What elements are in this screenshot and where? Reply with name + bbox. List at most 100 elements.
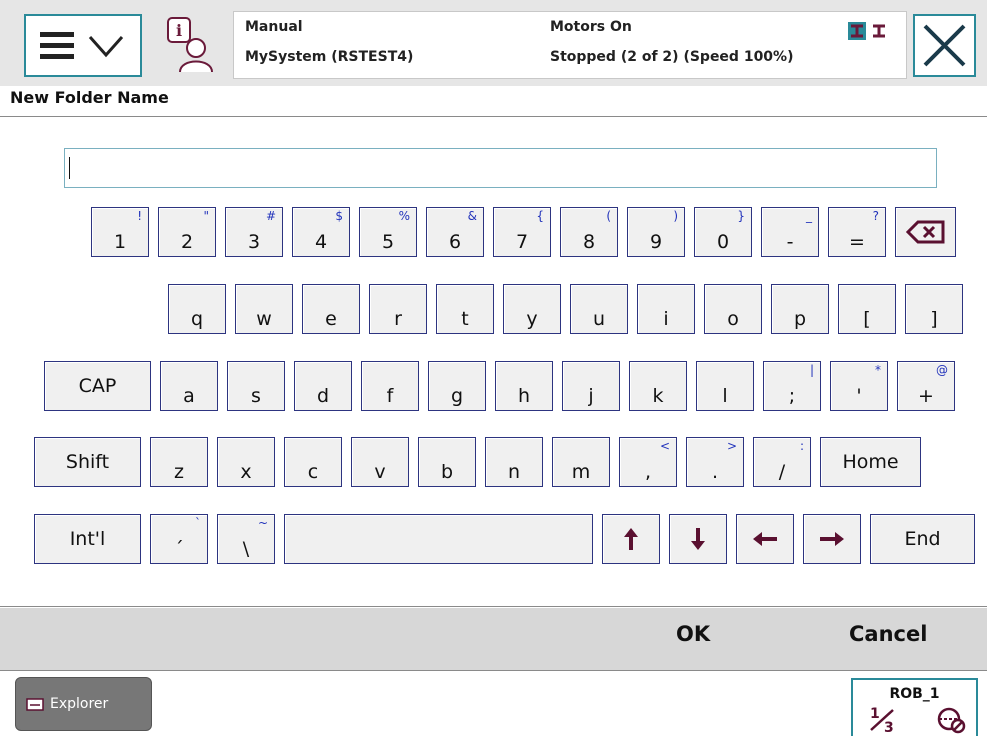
key-main: q bbox=[190, 308, 204, 330]
quickset-button[interactable]: ROB_1 1 3 bbox=[851, 678, 978, 736]
key-7[interactable]: 7{ bbox=[493, 207, 551, 257]
key-8[interactable]: 8( bbox=[560, 207, 618, 257]
key-m[interactable]: m bbox=[552, 437, 610, 487]
key-z[interactable]: z bbox=[150, 437, 208, 487]
key-s[interactable]: s bbox=[227, 361, 285, 411]
key-shift: _ bbox=[806, 209, 812, 223]
key-i[interactable]: i bbox=[637, 284, 695, 334]
shift-key[interactable]: Shift bbox=[34, 437, 141, 487]
key-main: / bbox=[778, 461, 786, 483]
key-slash[interactable]: /: bbox=[753, 437, 811, 487]
key-main: ] bbox=[930, 308, 938, 330]
caps-lock-key[interactable]: CAP bbox=[44, 361, 151, 411]
arrow-left-key[interactable] bbox=[736, 514, 794, 564]
key-shift: * bbox=[875, 363, 881, 377]
key-6[interactable]: 6 & bbox=[426, 207, 484, 257]
window-title: New Folder Name bbox=[10, 88, 169, 107]
key-9[interactable]: 9) bbox=[627, 207, 685, 257]
key-main: k bbox=[652, 385, 664, 407]
arrow-right-key[interactable] bbox=[803, 514, 861, 564]
main-menu-button[interactable] bbox=[24, 14, 142, 77]
key-x[interactable]: x bbox=[217, 437, 275, 487]
key-o[interactable]: o bbox=[704, 284, 762, 334]
key-open-bracket[interactable]: [ bbox=[838, 284, 896, 334]
key-v[interactable]: v bbox=[351, 437, 409, 487]
key-u[interactable]: u bbox=[570, 284, 628, 334]
home-key[interactable]: Home bbox=[820, 437, 921, 487]
key-main: v bbox=[374, 461, 386, 483]
key-shift: : bbox=[799, 439, 804, 453]
key-5[interactable]: 5% bbox=[359, 207, 417, 257]
status-panel[interactable]: Manual MySystem (RSTEST4) Motors On Stop… bbox=[233, 11, 907, 79]
key-shift: ~ bbox=[257, 516, 268, 530]
key-semicolon[interactable]: ; | bbox=[763, 361, 821, 411]
key-acute[interactable]: ´ ` bbox=[150, 514, 208, 564]
key-main: b bbox=[440, 461, 454, 483]
program-state: Stopped (2 of 2) (Speed 100%) bbox=[550, 49, 794, 65]
international-key[interactable]: Int'l bbox=[34, 514, 141, 564]
key-period[interactable]: . > bbox=[686, 437, 744, 487]
motors-state: Motors On bbox=[550, 19, 632, 35]
close-button[interactable] bbox=[913, 14, 976, 77]
speed-fraction-icon: 1 3 bbox=[870, 706, 894, 734]
key-main: l bbox=[722, 385, 728, 407]
key-close-bracket[interactable]: ] bbox=[905, 284, 963, 334]
key-main: f bbox=[386, 385, 394, 407]
key-c[interactable]: c bbox=[284, 437, 342, 487]
key-p[interactable]: p bbox=[771, 284, 829, 334]
top-bar: i Manual MySystem (RSTEST4) Motors On St… bbox=[0, 0, 987, 86]
cancel-button[interactable]: Cancel bbox=[849, 622, 927, 646]
key-w[interactable]: w bbox=[235, 284, 293, 334]
key-main: y bbox=[526, 308, 538, 330]
key-main: 6 bbox=[448, 231, 462, 253]
key-f[interactable]: f bbox=[361, 361, 419, 411]
key-a[interactable]: a bbox=[160, 361, 218, 411]
arrow-down-icon bbox=[691, 528, 705, 550]
key-2[interactable]: 2 " bbox=[158, 207, 216, 257]
key-j[interactable]: j bbox=[562, 361, 620, 411]
key-d[interactable]: d bbox=[294, 361, 352, 411]
key-n[interactable]: n bbox=[485, 437, 543, 487]
key-t[interactable]: t bbox=[436, 284, 494, 334]
backspace-key[interactable] bbox=[895, 207, 956, 257]
space-key[interactable] bbox=[284, 514, 593, 564]
key-main: e bbox=[325, 308, 337, 330]
key-comma[interactable]: , < bbox=[619, 437, 677, 487]
key-e[interactable]: e bbox=[302, 284, 360, 334]
text-caret bbox=[69, 157, 70, 179]
arrow-up-key[interactable] bbox=[602, 514, 660, 564]
key-shift: < bbox=[659, 439, 670, 453]
key-k[interactable]: k bbox=[629, 361, 687, 411]
key-g[interactable]: g bbox=[428, 361, 486, 411]
key-shift: { bbox=[536, 209, 544, 223]
key-apostrophe[interactable]: ' * bbox=[830, 361, 888, 411]
event-log-icon[interactable]: i bbox=[158, 14, 220, 77]
key-main: 8 bbox=[582, 231, 596, 253]
key-h[interactable]: h bbox=[495, 361, 553, 411]
explorer-taskbar-button[interactable]: Explorer bbox=[15, 677, 152, 731]
key-1[interactable]: 1! bbox=[91, 207, 149, 257]
key-plus[interactable]: + @ bbox=[897, 361, 955, 411]
key-0[interactable]: 0} bbox=[694, 207, 752, 257]
ok-button[interactable]: OK bbox=[676, 622, 710, 646]
key-shift: & bbox=[467, 209, 477, 223]
key-l[interactable]: l bbox=[696, 361, 754, 411]
key-3[interactable]: 3 # bbox=[225, 207, 283, 257]
key-shift: } bbox=[737, 209, 745, 223]
key-y[interactable]: y bbox=[503, 284, 561, 334]
arrow-down-key[interactable] bbox=[669, 514, 727, 564]
key-b[interactable]: b bbox=[418, 437, 476, 487]
folder-name-input[interactable] bbox=[64, 148, 937, 188]
key-main: 2 bbox=[180, 231, 194, 253]
key-q[interactable]: q bbox=[168, 284, 226, 334]
key-4[interactable]: 4 $ bbox=[292, 207, 350, 257]
key-main: o bbox=[727, 308, 739, 330]
key-main: h bbox=[517, 385, 531, 407]
key-shift: " bbox=[203, 209, 209, 223]
key-main: s bbox=[251, 385, 261, 407]
key-equals[interactable]: =? bbox=[828, 207, 886, 257]
key-r[interactable]: r bbox=[369, 284, 427, 334]
key-backslash[interactable]: \ ~ bbox=[217, 514, 275, 564]
end-key[interactable]: End bbox=[870, 514, 975, 564]
key-minus[interactable]: - _ bbox=[761, 207, 819, 257]
